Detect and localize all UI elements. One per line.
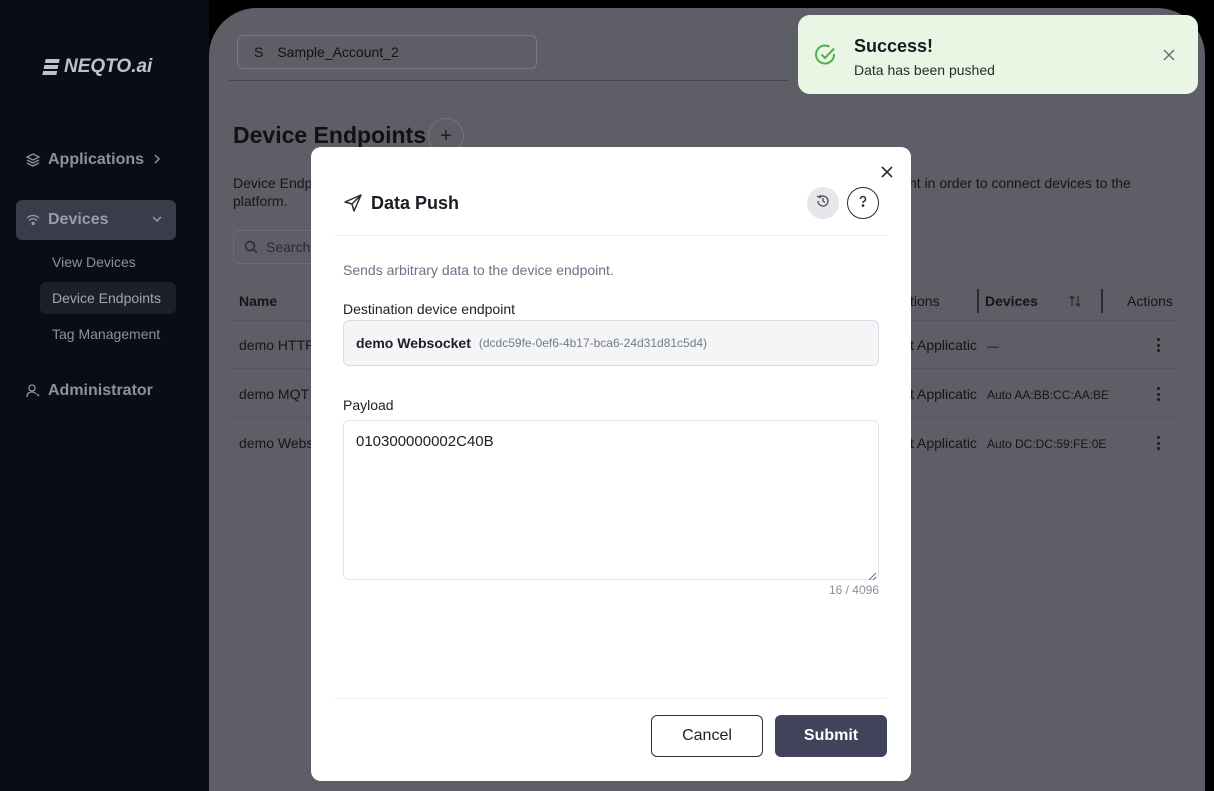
search-placeholder: Search [266,239,311,255]
sort-icon[interactable] [1067,293,1083,314]
question-icon [855,193,871,214]
toast-title: Success! [854,36,934,56]
row-actions-icon[interactable] [1157,436,1161,450]
sidebar-item-label: Administrator [48,382,153,399]
sidebar-item-label: Applications [48,151,145,168]
logo-icon [42,59,60,75]
wifi-icon [24,211,42,229]
page-title: Device Endpoints [233,122,426,148]
modal-title: Data Push [371,193,460,213]
history-icon [815,193,831,214]
character-count: 16 / 4096 [828,583,879,597]
user-icon [24,382,42,400]
endpoint-name[interactable]: demo HTTP [239,337,314,353]
endpoint-application: t Applicatic [910,386,977,402]
sidebar-item-devices[interactable]: Devices [16,200,176,240]
send-icon [343,193,363,213]
help-button[interactable] [847,187,879,219]
endpoint-name[interactable]: demo Webs [239,435,313,451]
chevron-down-icon [150,212,164,226]
endpoint-devices: — [987,339,999,353]
page-description: Device Endp platform. [233,175,313,209]
page-description-tail: nt in order to connect devices to the [909,175,1131,191]
payload-textarea[interactable]: 010300000002C40B [343,420,879,580]
sidebar-item-applications[interactable]: Applications [16,140,176,180]
destination-id: (dcdc59fe-0ef6-4b17-bca6-24d31d81c5d4) [478,336,708,350]
endpoint-devices: Auto AA:BB:CC:AA:BE [987,388,1110,402]
search-input[interactable]: Search [233,230,323,264]
close-icon[interactable] [878,163,896,181]
layers-icon [24,151,42,169]
sidebar-item-administrator[interactable]: Administrator [16,371,176,411]
account-avatar: S [254,44,264,60]
sidebar-subitem-tag-management[interactable]: Tag Management [40,318,176,350]
endpoint-application: t Applicatic [910,337,977,353]
sidebar-subitem-label: Device Endpoints [52,290,161,306]
logo-text: NEQTO.ai [64,56,153,77]
destination-name: demo Websocket [356,335,471,351]
modal-description: Sends arbitrary data to the device endpo… [343,262,614,278]
endpoint-application: t Applicatic [910,435,977,451]
destination-endpoint-field: demo Websocket (dcdc59fe-0ef6-4b17-bca6-… [343,320,879,366]
check-circle-icon [814,43,838,67]
sidebar: NEQTO.ai Applications Devices View Devic… [0,0,209,791]
column-header-actions: Actions [1127,293,1173,309]
payload-label: Payload [343,397,394,413]
close-icon[interactable] [1163,48,1175,66]
sidebar-subitem-view-devices[interactable]: View Devices [40,246,176,278]
column-header-devices[interactable]: Devices [985,293,1038,309]
success-toast: Success! Data has been pushed [798,15,1198,94]
data-push-modal: Data Push Sends arbitrary data to the de… [311,147,911,781]
sidebar-subitem-label: Tag Management [52,326,161,342]
endpoint-devices: Auto DC:DC:59:FE:0E [987,437,1107,451]
sidebar-item-label: Devices [48,211,109,228]
submit-button[interactable]: Submit [775,715,887,757]
column-header-name[interactable]: Name [239,293,277,309]
destination-label: Destination device endpoint [343,301,516,317]
logo: NEQTO.ai [42,56,153,78]
account-name: Sample_Account_2 [277,44,399,60]
toast-message: Data has been pushed [854,62,995,78]
search-icon [244,240,258,254]
header-divider [229,80,789,81]
history-button[interactable] [807,187,839,219]
column-separator [977,289,979,313]
row-actions-icon[interactable] [1157,338,1161,352]
row-actions-icon[interactable] [1157,387,1161,401]
modal-header-divider [335,235,887,236]
modal-footer-divider [335,698,887,699]
chevron-right-icon [150,152,164,166]
endpoint-name[interactable]: demo MQT [239,386,309,402]
sidebar-subitem-label: View Devices [52,254,136,270]
resize-handle-icon[interactable] [867,568,877,581]
column-header-applications[interactable]: tions [910,293,940,309]
column-separator [1101,289,1103,313]
account-selector[interactable]: S Sample_Account_2 [237,35,537,69]
cancel-button[interactable]: Cancel [651,715,763,757]
sidebar-subitem-device-endpoints[interactable]: Device Endpoints [40,282,176,314]
